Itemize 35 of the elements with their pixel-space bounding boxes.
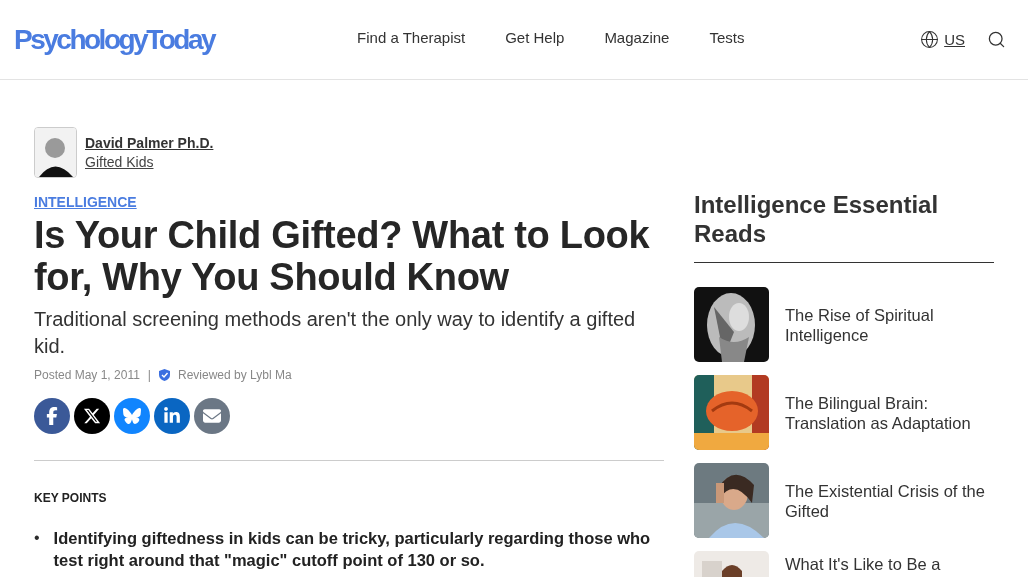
search-icon[interactable] [987,30,1006,49]
article-subtitle: Traditional screening methods aren't the only way to identify a gifted kid. [34,307,637,359]
nav-link[interactable]: Get Help [505,29,565,46]
nav-link[interactable]: Find a Therapist [357,29,466,46]
key-point: Identifying giftedness in kids can be tricky, particularly regarding those who test right around that "magic" cutoff point of 130 or so. [53,528,652,571]
bluesky-share-button[interactable] [114,398,150,434]
x-logo-icon [83,407,101,425]
related-article-link[interactable]: The Existential Crisis of the Gifted [785,480,994,521]
related-article-link[interactable]: The Rise of Spiritual Intelligence [785,304,994,345]
email-share-button[interactable] [194,398,230,434]
author-avatar[interactable] [34,127,77,178]
post-date: Posted May 1, 2011 [34,368,140,382]
related-article-link[interactable]: The Bilingual Brain: Translation as Adaptation [785,392,994,433]
separator: | [147,368,151,382]
article-title: Is Your Child Gifted? What to Look for, Why You Should Know [34,214,651,298]
reviewer: Reviewed by Lybl Ma [177,368,292,382]
sidebar-heading: Intelligence Essential Reads [694,190,994,263]
globe-icon [920,30,940,49]
shield-check-icon [158,369,170,381]
nav-link[interactable]: Magazine [604,29,670,46]
nav-link[interactable]: Tests [709,29,745,46]
facebook-share-button[interactable] [34,398,70,434]
author-name[interactable]: David Palmer Ph.D. [85,135,214,151]
related-article-link[interactable]: What It's Like to Be a [785,551,941,574]
linkedin-share-button[interactable] [154,398,190,434]
envelope-icon [203,407,221,425]
in-logo-icon [163,407,181,425]
bullet: • [34,528,40,548]
x-share-button[interactable] [74,398,110,434]
blog-name[interactable]: Gifted Kids [85,154,214,170]
butterfly-icon [123,407,141,425]
category-link[interactable]: INTELLIGENCE [34,194,137,210]
key-points-heading: KEY POINTS [34,491,108,505]
region-selector[interactable]: US [920,30,965,49]
site-logo[interactable]: PsychologyToday [14,23,218,56]
